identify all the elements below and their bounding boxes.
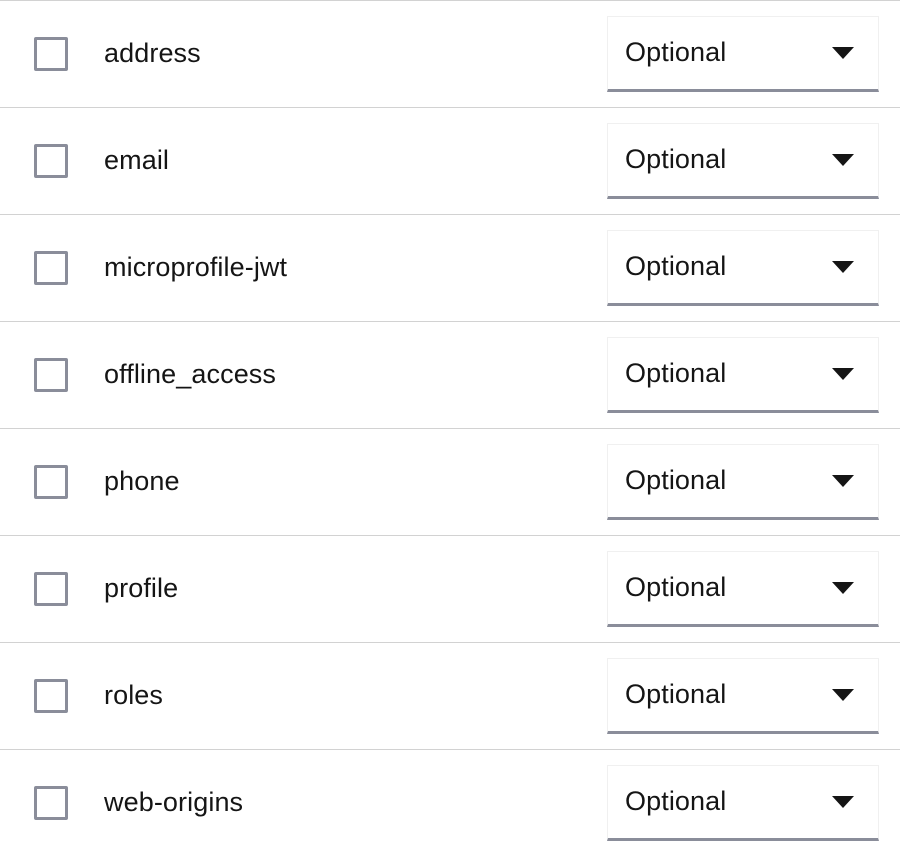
scope-name-label: phone [104,467,180,497]
scope-name-label: address [104,39,201,69]
table-row: phone Optional [0,428,900,535]
table-row: offline_access Optional [0,321,900,428]
assigned-type-select[interactable]: Optional [607,765,879,841]
client-scopes-table: address Optional email Optional microprofile… [0,0,900,856]
assigned-type-select[interactable]: Optional [607,123,879,199]
chevron-down-icon [832,796,854,808]
checkbox-icon[interactable] [34,786,68,820]
assigned-type-value: Optional [625,37,727,68]
assigned-type-value: Optional [625,679,727,710]
assigned-type-value: Optional [625,251,727,282]
checkbox-icon[interactable] [34,679,68,713]
scope-name-label: offline_access [104,360,277,390]
assigned-type-cell: Optional [607,658,900,734]
chevron-down-icon [832,689,854,701]
scope-name-cell: email [70,146,607,176]
chevron-down-icon [832,261,854,273]
row-select-cell [0,358,70,392]
chevron-down-icon [832,582,854,594]
assigned-type-cell: Optional [607,230,900,306]
scope-name-label: web-origins [104,788,244,818]
scope-name-label: roles [104,681,164,711]
table-row: roles Optional [0,642,900,749]
assigned-type-select[interactable]: Optional [607,337,879,413]
scope-name-cell: microprofile-jwt [70,253,607,283]
row-select-cell [0,251,70,285]
checkbox-icon[interactable] [34,358,68,392]
table-row: address Optional [0,0,900,107]
chevron-down-icon [832,47,854,59]
checkbox-icon[interactable] [34,572,68,606]
chevron-down-icon [832,154,854,166]
assigned-type-cell: Optional [607,16,900,92]
row-select-cell [0,786,70,820]
assigned-type-value: Optional [625,358,727,389]
assigned-type-select[interactable]: Optional [607,551,879,627]
assigned-type-value: Optional [625,786,727,817]
scope-name-label: email [104,146,170,176]
row-select-cell [0,679,70,713]
assigned-type-select[interactable]: Optional [607,444,879,520]
assigned-type-select[interactable]: Optional [607,658,879,734]
assigned-type-cell: Optional [607,444,900,520]
row-select-cell [0,37,70,71]
table-row: microprofile-jwt Optional [0,214,900,321]
scope-name-label: profile [104,574,179,604]
scope-name-cell: offline_access [70,360,607,390]
checkbox-icon[interactable] [34,37,68,71]
chevron-down-icon [832,475,854,487]
scope-name-cell: roles [70,681,607,711]
assigned-type-value: Optional [625,144,727,175]
assigned-type-cell: Optional [607,551,900,627]
assigned-type-value: Optional [625,465,727,496]
assigned-type-select[interactable]: Optional [607,230,879,306]
table-row: email Optional [0,107,900,214]
row-select-cell [0,144,70,178]
chevron-down-icon [832,368,854,380]
scope-name-cell: profile [70,574,607,604]
assigned-type-value: Optional [625,572,727,603]
scope-name-cell: phone [70,467,607,497]
checkbox-icon[interactable] [34,251,68,285]
table-row: web-origins Optional [0,749,900,856]
assigned-type-cell: Optional [607,337,900,413]
assigned-type-cell: Optional [607,765,900,841]
row-select-cell [0,465,70,499]
assigned-type-select[interactable]: Optional [607,16,879,92]
scope-name-label: microprofile-jwt [104,253,288,283]
scope-name-cell: web-origins [70,788,607,818]
checkbox-icon[interactable] [34,465,68,499]
table-row: profile Optional [0,535,900,642]
checkbox-icon[interactable] [34,144,68,178]
scope-name-cell: address [70,39,607,69]
assigned-type-cell: Optional [607,123,900,199]
row-select-cell [0,572,70,606]
